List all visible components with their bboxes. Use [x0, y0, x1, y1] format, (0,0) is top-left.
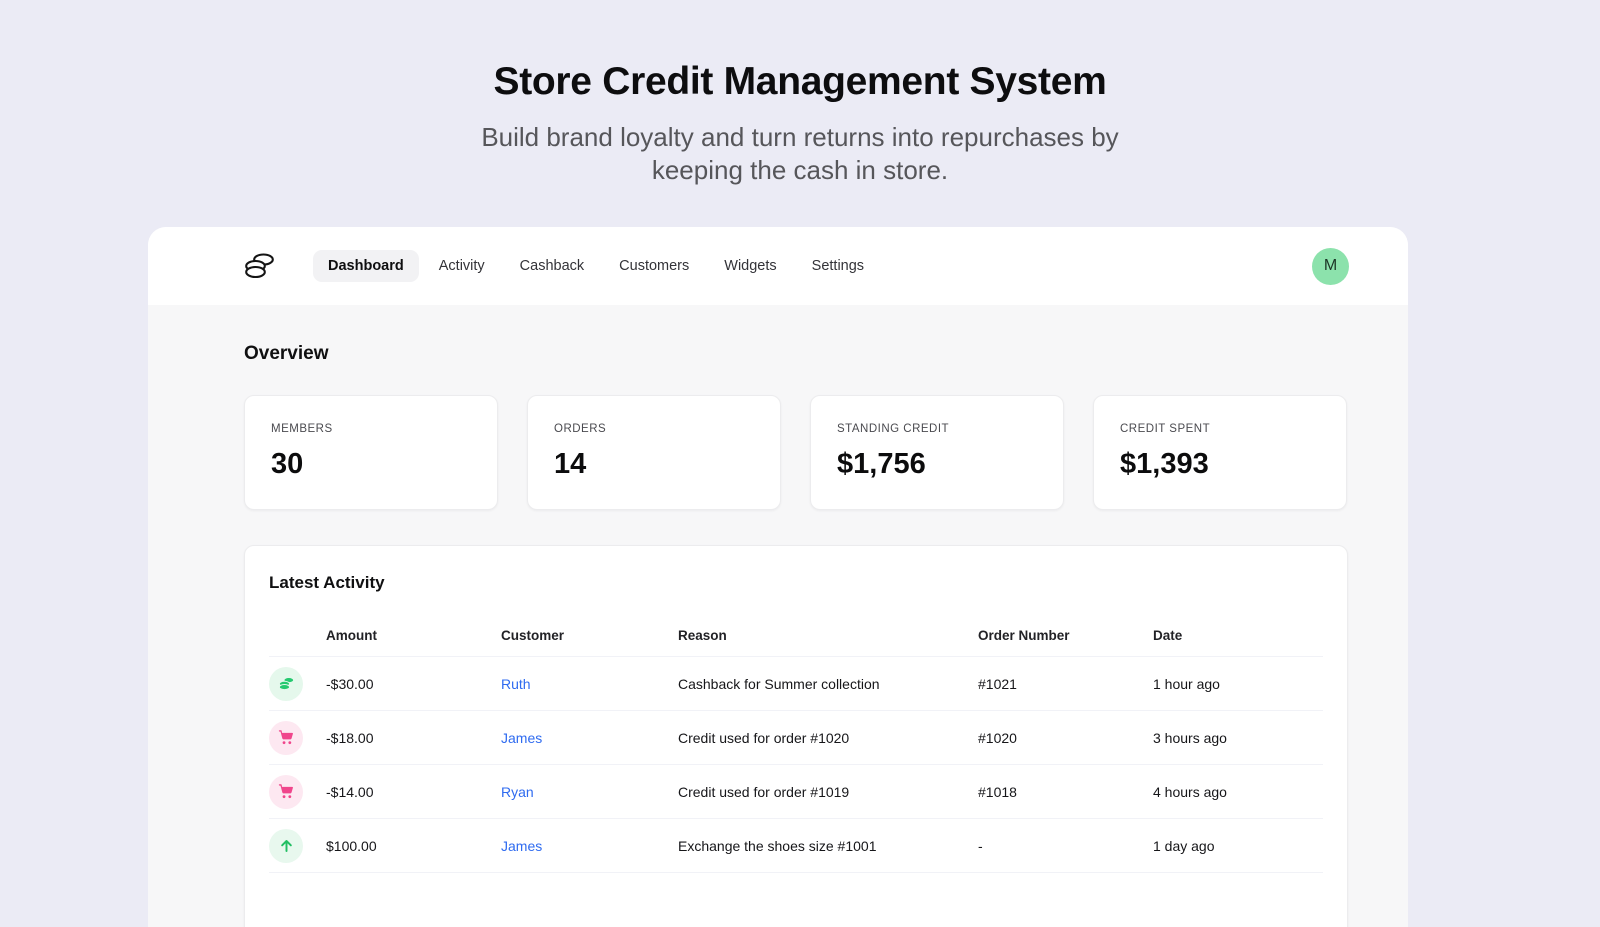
date-cell: 1 day ago [1153, 838, 1323, 854]
table-header: AmountCustomerReasonOrder NumberDate [269, 615, 1323, 657]
cart-icon [269, 775, 303, 809]
customer-link[interactable]: Ryan [501, 784, 534, 800]
order-number-cell: - [978, 838, 1153, 854]
nav-item-label: Cashback [520, 258, 584, 274]
cart-icon [269, 721, 303, 755]
stats-row: MEMBERS 30 ORDERS 14 STANDING CREDIT $1,… [244, 395, 1348, 510]
activity-card: Latest Activity AmountCustomerReasonOrde… [244, 545, 1348, 927]
stat-value: $1,393 [1120, 448, 1320, 481]
page-subtitle-line1: Build brand loyalty and turn returns int… [0, 121, 1600, 154]
stat-value: $1,756 [837, 448, 1037, 481]
nav-bar: Dashboard Activity Cashback Customers Widget… [148, 227, 1408, 305]
nav-item-label: Widgets [724, 258, 776, 274]
amount-cell: -$14.00 [326, 784, 501, 800]
table-row: -$14.00 Ryan Credit used for order #1019… [269, 765, 1323, 819]
hero-section: Store Credit Management System Build bra… [0, 0, 1600, 187]
stat-value: 14 [554, 448, 754, 481]
nav-items: Dashboard Activity Cashback Customers Widget… [313, 250, 879, 282]
coins-stack-icon[interactable] [243, 249, 277, 283]
nav-item-widgets[interactable]: Widgets [709, 250, 791, 282]
stat-card-orders: ORDERS 14 [527, 395, 781, 510]
nav-item-customers[interactable]: Customers [604, 250, 704, 282]
stat-label: MEMBERS [271, 423, 471, 435]
table-row: $100.00 James Exchange the shoes size #1… [269, 819, 1323, 873]
column-header-reason: Reason [678, 628, 978, 643]
activity-table: AmountCustomerReasonOrder NumberDate [269, 615, 1323, 873]
amount-cell: -$18.00 [326, 730, 501, 746]
date-cell: 3 hours ago [1153, 730, 1323, 746]
stat-value: 30 [271, 448, 471, 481]
stat-label: STANDING CREDIT [837, 423, 1037, 435]
nav-item-label: Dashboard [328, 258, 404, 274]
amount-cell: -$30.00 [326, 676, 501, 692]
nav-item-label: Customers [619, 258, 689, 274]
avatar[interactable]: M [1312, 248, 1349, 285]
table-row: -$30.00 Ruth Cashback for Summer collect… [269, 657, 1323, 711]
stat-card-members: MEMBERS 30 [244, 395, 498, 510]
reason-cell: Cashback for Summer collection [678, 676, 978, 692]
nav-item-label: Settings [812, 258, 864, 274]
main-content: Overview MEMBERS 30 ORDERS 14 STANDING C… [148, 305, 1408, 927]
amount-cell: $100.00 [326, 838, 501, 854]
customer-link[interactable]: James [501, 730, 542, 746]
column-header-customer: Customer [501, 628, 678, 643]
overview-heading: Overview [244, 343, 1348, 365]
stat-label: ORDERS [554, 423, 754, 435]
nav-item-label: Activity [439, 258, 485, 274]
table-row: -$18.00 James Credit used for order #102… [269, 711, 1323, 765]
nav-item-activity[interactable]: Activity [424, 250, 500, 282]
column-header-date: Date [1153, 628, 1323, 643]
order-number-cell: #1018 [978, 784, 1153, 800]
stat-label: CREDIT SPENT [1120, 423, 1320, 435]
column-header-amount: Amount [326, 628, 501, 643]
order-number-cell: #1020 [978, 730, 1153, 746]
app-window: Dashboard Activity Cashback Customers Widget… [148, 227, 1408, 927]
nav-item-cashback[interactable]: Cashback [505, 250, 599, 282]
date-cell: 1 hour ago [1153, 676, 1323, 692]
customer-link[interactable]: Ruth [501, 676, 531, 692]
table-body: -$30.00 Ruth Cashback for Summer collect… [269, 657, 1323, 873]
reason-cell: Credit used for order #1019 [678, 784, 978, 800]
page-subtitle-line2: keeping the cash in store. [0, 154, 1600, 187]
stat-card-credit-spent: CREDIT SPENT $1,393 [1093, 395, 1347, 510]
nav-item-settings[interactable]: Settings [797, 250, 879, 282]
nav-item-dashboard[interactable]: Dashboard [313, 250, 419, 282]
coins-icon [269, 667, 303, 701]
arrow-up-icon [269, 829, 303, 863]
reason-cell: Credit used for order #1020 [678, 730, 978, 746]
reason-cell: Exchange the shoes size #1001 [678, 838, 978, 854]
stat-card-standing-credit: STANDING CREDIT $1,756 [810, 395, 1064, 510]
page-subtitle: Build brand loyalty and turn returns int… [0, 121, 1600, 188]
column-header-order-number: Order Number [978, 628, 1153, 643]
date-cell: 4 hours ago [1153, 784, 1323, 800]
customer-link[interactable]: James [501, 838, 542, 854]
page-title: Store Credit Management System [0, 60, 1600, 105]
activity-heading: Latest Activity [269, 573, 1323, 593]
order-number-cell: #1021 [978, 676, 1153, 692]
